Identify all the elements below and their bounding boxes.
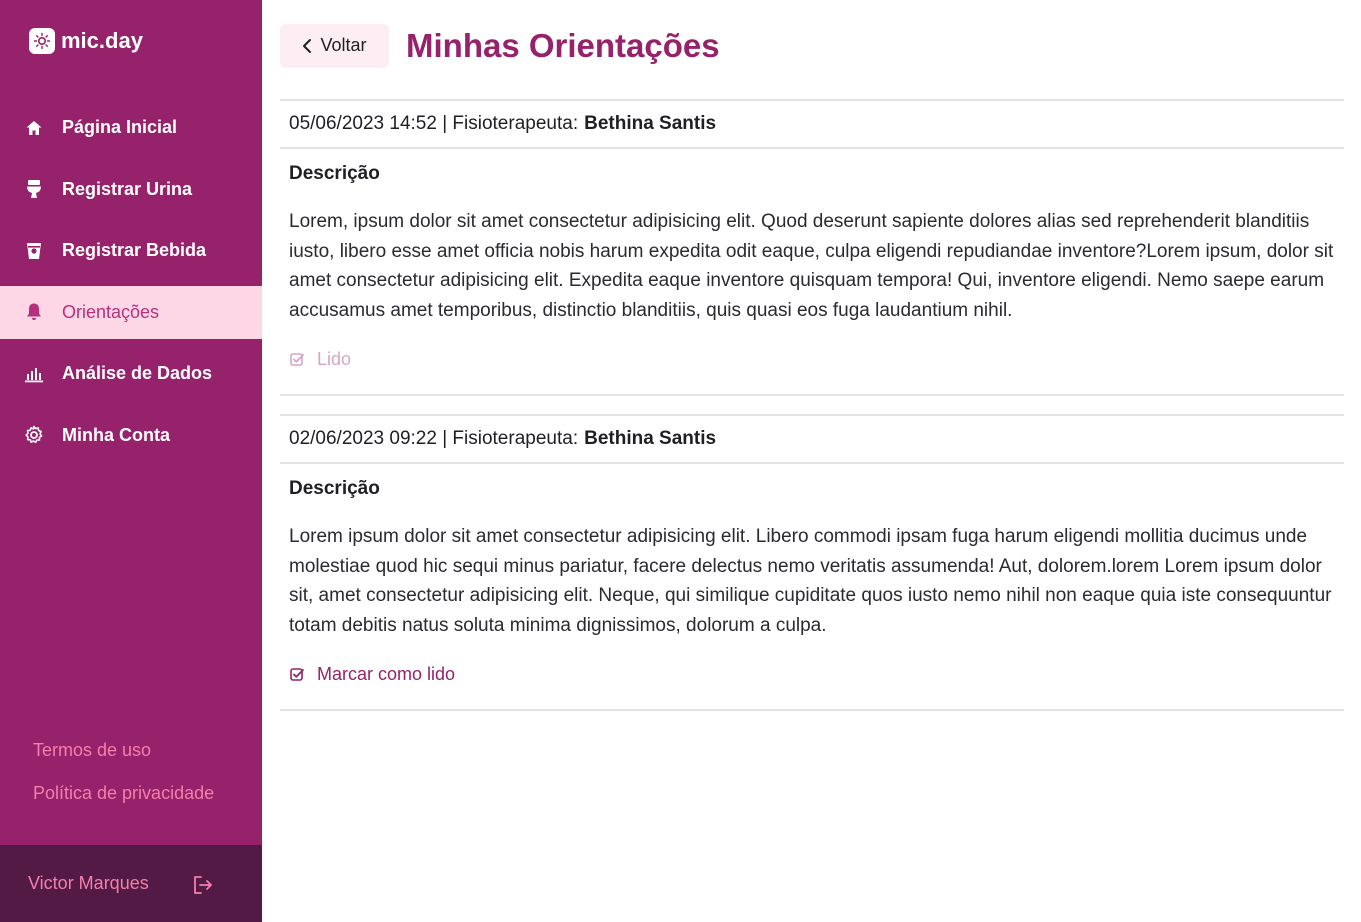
orientation-meta: 02/06/2023 09:22 | Fisioterapeuta: Bethin… — [280, 416, 1344, 464]
toilet-icon — [24, 179, 44, 199]
privacy-link[interactable]: Política de privacidade — [33, 783, 214, 804]
sidebar-item-label: Página Inicial — [62, 117, 178, 137]
orientation-body: Descrição Lorem ipsum dolor sit amet con… — [280, 464, 1344, 709]
sidebar-item-label: Análise de Dados — [62, 363, 213, 383]
orientation-card: 02/06/2023 09:22 | Fisioterapeuta: Bethin… — [280, 413, 1344, 711]
sidebar-item-label: Registrar Bebida — [62, 240, 207, 260]
back-label: Voltar — [320, 35, 367, 55]
orientation-datetime: 02/06/2023 09:22 — [289, 427, 437, 449]
sidebar-item-orientacoes[interactable]: Orientações — [0, 285, 262, 339]
page-title: Minhas Orientações — [406, 26, 720, 64]
orientation-role-label: | Fisioterapeuta: — [442, 113, 579, 134]
cup-icon — [24, 241, 44, 261]
description-title: Descrição — [289, 163, 380, 184]
orientation-datetime: 05/06/2023 14:52 — [289, 113, 437, 134]
sidebar-item-registrar-urina[interactable]: Registrar Urina — [0, 163, 262, 216]
read-status-button[interactable]: Lido — [289, 342, 1335, 378]
app-root: mic.day Página Inicial Registrar Urina R… — [0, 0, 1361, 922]
logout-icon[interactable] — [192, 875, 214, 900]
sidebar: mic.day Página Inicial Registrar Urina R… — [0, 0, 262, 922]
sidebar-item-registrar-bebida[interactable]: Registrar Bebida — [0, 224, 262, 277]
sidebar-item-analise-de-dados[interactable]: Análise de Dados — [0, 347, 262, 400]
sidebar-item-pagina-inicial[interactable]: Página Inicial — [0, 101, 262, 154]
sidebar-item-label: Registrar Urina — [62, 178, 193, 199]
sidebar-item-label: Minha Conta — [62, 424, 170, 445]
user-bar: Victor Marques — [0, 845, 262, 922]
chevron-left-icon — [303, 38, 312, 53]
bar-chart-icon — [24, 364, 44, 384]
sidebar-footer-links: Termos de uso Política de privacidade — [33, 740, 214, 826]
orientation-card: 05/06/2023 14:52 | Fisioterapeuta: Bethin… — [280, 101, 1344, 396]
back-button[interactable]: Voltar — [280, 23, 389, 68]
description-text: Lorem ipsum dolor sit amet consectetur a… — [289, 525, 1332, 636]
orientation-role-label: | Fisioterapeuta: — [442, 427, 579, 449]
home-icon — [24, 118, 44, 138]
description-text: Lorem, ipsum dolor sit amet consectetur … — [289, 211, 1334, 322]
check-square-icon — [290, 353, 304, 366]
orientation-author: Bethina Santis — [584, 113, 717, 134]
bell-icon — [24, 302, 44, 322]
sidebar-item-minha-conta[interactable]: Minha Conta — [0, 409, 262, 462]
mark-as-read-button[interactable]: Marcar como lido — [289, 657, 1335, 693]
logo-text: mic.day — [61, 28, 143, 53]
read-status-label: Lido — [317, 349, 352, 370]
terms-link[interactable]: Termos de uso — [33, 740, 214, 761]
orientation-meta: 05/06/2023 14:52 | Fisioterapeuta: Bethin… — [280, 101, 1344, 149]
description-title: Descrição — [289, 477, 380, 499]
orientation-body: Descrição Lorem, ipsum dolor sit amet co… — [280, 149, 1344, 394]
main-content: Voltar Minhas Orientações 05/06/2023 14:… — [262, 0, 1361, 922]
mark-as-read-label: Marcar como lido — [317, 664, 456, 685]
orientation-author: Bethina Santis — [584, 427, 717, 449]
page-header: Voltar Minhas Orientações — [280, 0, 1344, 101]
sidebar-item-label: Orientações — [62, 301, 160, 322]
logo[interactable]: mic.day — [29, 28, 143, 54]
gear-icon — [24, 425, 44, 445]
check-square-icon — [290, 667, 304, 681]
sidebar-nav: Página Inicial Registrar Urina Registrar… — [0, 101, 262, 470]
logo-icon — [29, 28, 55, 54]
user-name: Victor Marques — [28, 873, 149, 893]
